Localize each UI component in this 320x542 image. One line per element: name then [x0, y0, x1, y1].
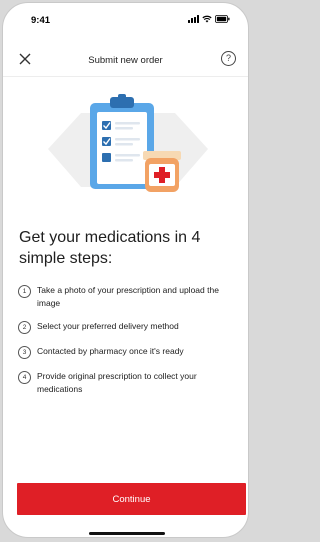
headline: Get your medications in 4 simple steps: [19, 229, 201, 267]
signal-icon [188, 15, 199, 23]
step-item: 1 Take a photo of your prescription and … [18, 284, 240, 309]
step-number: 4 [18, 371, 31, 384]
status-icons [188, 15, 230, 23]
steps-list: 1 Take a photo of your prescription and … [18, 284, 240, 406]
phone-screen: 9:41 Submit new order ? Get your medicat… [2, 2, 249, 538]
prescription-illustration [48, 94, 208, 192]
nav-divider [3, 76, 248, 77]
step-item: 2 Select your preferred delivery method [18, 320, 240, 334]
step-number: 3 [18, 346, 31, 359]
checkbox-3 [102, 153, 111, 162]
step-text: Take a photo of your prescription and up… [37, 285, 219, 308]
nav-bar: Submit new order ? [3, 43, 248, 77]
status-bar: 9:41 [3, 3, 248, 41]
step-text: Select your preferred delivery method [37, 321, 179, 331]
step-item: 4 Provide original prescription to colle… [18, 370, 240, 395]
step-number: 1 [18, 285, 31, 298]
battery-icon [215, 15, 230, 23]
step-item: 3 Contacted by pharmacy once it's ready [18, 345, 240, 359]
step-text: Provide original prescription to collect… [37, 371, 197, 394]
continue-button[interactable]: Continue [17, 483, 246, 515]
page-title: Submit new order [88, 55, 163, 66]
home-indicator [89, 532, 165, 535]
step-text: Contacted by pharmacy once it's ready [37, 346, 184, 356]
wifi-icon [202, 15, 212, 23]
step-number: 2 [18, 321, 31, 334]
status-time: 9:41 [31, 15, 51, 26]
help-icon[interactable]: ? [221, 51, 236, 66]
